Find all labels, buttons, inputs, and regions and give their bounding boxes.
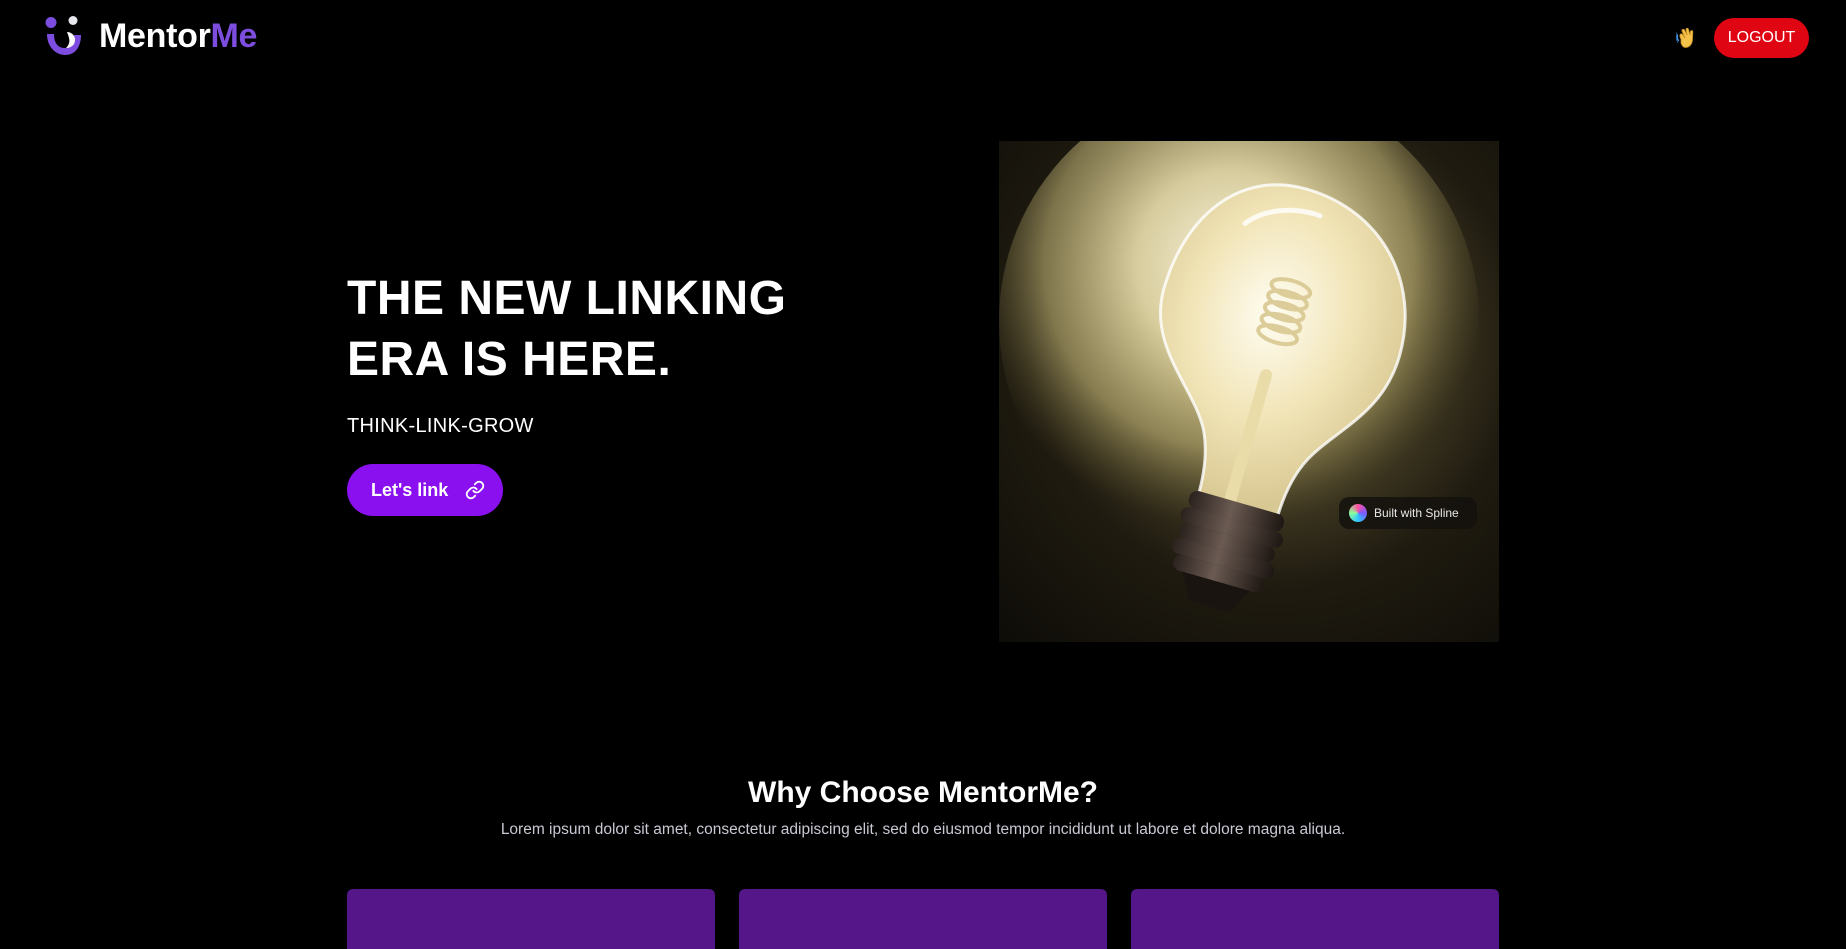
top-navbar: MentorMe LOGOUT (0, 0, 1846, 76)
logout-button[interactable]: LOGOUT (1714, 18, 1809, 58)
lets-link-label: Let's link (371, 479, 449, 500)
light-bulb-illustration (999, 141, 1479, 613)
feature-card (739, 889, 1107, 949)
lets-link-button[interactable]: Let's link (347, 464, 503, 516)
spline-badge-text: Built with Spline (1374, 506, 1459, 520)
logo-text-me: Me (210, 17, 258, 55)
logo-text-mentor: Mentor (99, 17, 211, 55)
feature-card (1131, 889, 1499, 949)
hero-tagline: THINK-LINK-GROW (347, 415, 534, 437)
mentorme-logo[interactable]: MentorMe (44, 16, 257, 56)
why-section-subtitle: Lorem ipsum dolor sit amet, consectetur … (500, 821, 1346, 838)
feature-card (347, 889, 715, 949)
link-icon (466, 480, 485, 500)
logo-mark-icon (45, 16, 81, 55)
spline-3d-scene[interactable]: Built with Spline (999, 141, 1499, 642)
logo-wordmark: MentorMe (99, 16, 257, 56)
why-section-title: Why Choose MentorMe? (748, 776, 1098, 809)
hero-title: THE NEW LINKING ERA IS HERE. (347, 272, 787, 386)
waving-hand-icon[interactable] (1676, 27, 1696, 49)
spline-logo-icon (1349, 504, 1367, 522)
built-with-spline-badge[interactable]: Built with Spline (1339, 497, 1477, 529)
